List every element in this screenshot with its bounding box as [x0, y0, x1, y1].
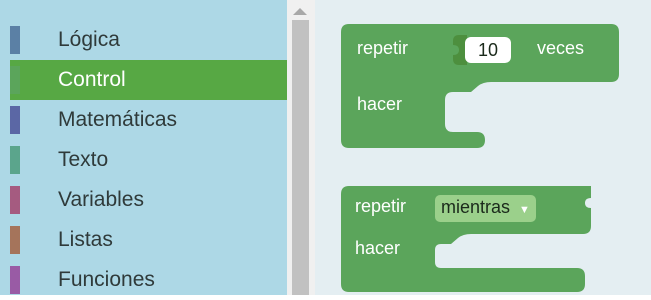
- category-functions[interactable]: Funciones: [10, 260, 287, 300]
- repeat-times-block[interactable]: repetir 10 veces hacer: [341, 24, 621, 148]
- toolbox-sidebar: Lógica Control Matemáticas Texto Variabl…: [0, 0, 287, 295]
- flyout-workspace: repetir 10 veces hacer repetir mientras …: [315, 0, 651, 295]
- category-color-bar: [10, 106, 20, 134]
- category-color-bar: [10, 66, 20, 94]
- dropdown-arrow-icon: ▼: [519, 204, 530, 216]
- category-list: Lógica Control Matemáticas Texto Variabl…: [10, 20, 287, 300]
- category-label: Funciones: [58, 268, 155, 291]
- category-math[interactable]: Matemáticas: [10, 100, 287, 140]
- category-lists[interactable]: Listas: [10, 220, 287, 260]
- category-variables[interactable]: Variables: [10, 180, 287, 220]
- category-label: Matemáticas: [58, 108, 178, 131]
- category-label: Variables: [58, 188, 144, 211]
- category-color-bar: [10, 146, 20, 174]
- category-label: Control: [58, 68, 126, 91]
- while-mode-dropdown[interactable]: mientras ▼: [435, 195, 536, 222]
- do-label: hacer: [357, 94, 403, 114]
- category-color-bar: [10, 186, 20, 214]
- repeat-keyword: repetir: [357, 38, 409, 58]
- category-color-bar: [10, 266, 20, 294]
- category-logic[interactable]: Lógica: [10, 20, 287, 60]
- category-label: Texto: [58, 148, 109, 171]
- category-color-bar: [10, 226, 20, 254]
- category-text[interactable]: Texto: [10, 140, 287, 180]
- scroll-up-arrow-icon[interactable]: [293, 8, 307, 15]
- repeat-count-input[interactable]: 10: [465, 37, 511, 63]
- scrollbar-thumb[interactable]: [292, 20, 309, 295]
- repeat-suffix: veces: [537, 38, 585, 58]
- category-control[interactable]: Control: [10, 60, 287, 100]
- category-label: Listas: [58, 228, 113, 251]
- while-keyword: repetir: [355, 196, 407, 216]
- category-label: Lógica: [58, 28, 120, 51]
- repeat-while-block[interactable]: repetir mientras ▼ hacer: [341, 186, 621, 292]
- while-mode-value: mientras: [441, 197, 511, 217]
- do-label: hacer: [355, 238, 401, 258]
- category-color-bar: [10, 26, 20, 54]
- flyout-scrollbar[interactable]: [287, 0, 315, 295]
